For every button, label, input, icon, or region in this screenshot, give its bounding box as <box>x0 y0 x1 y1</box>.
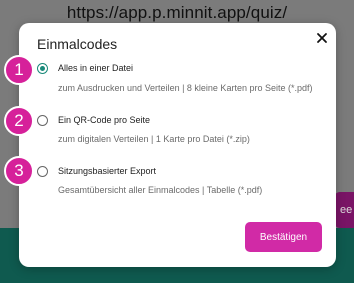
dialog-title: Einmalcodes <box>37 36 118 52</box>
radio-session-export[interactable] <box>37 166 48 177</box>
confirm-button[interactable]: Bestätigen <box>245 222 322 252</box>
background-url-text: https://app.p.minnit.app/quiz/ <box>66 3 288 22</box>
background-partial-button-label: ee <box>340 204 353 216</box>
radio-all-in-one-file[interactable] <box>37 63 48 74</box>
step-badge-2: 2 <box>4 106 34 136</box>
close-icon[interactable] <box>312 28 332 48</box>
option-description: zum digitalen Verteilen | 1 Karte pro Da… <box>58 134 250 144</box>
option-description: Gesamtübersicht aller Einmalcodes | Tabe… <box>58 185 263 195</box>
option-label: Alles in einer Datei <box>58 63 134 73</box>
option-label: Ein QR-Code pro Seite <box>58 115 151 125</box>
background-partial-button: ee <box>334 192 354 228</box>
export-dialog: Einmalcodes Alles in einer Datei zum Aus… <box>19 23 336 267</box>
step-badge-1: 1 <box>4 55 34 85</box>
option-label: Sitzungsbasierter Export <box>58 166 157 176</box>
step-badge-3: 3 <box>4 156 34 186</box>
option-description: zum Ausdrucken und Verteilen | 8 kleine … <box>58 83 313 93</box>
radio-qr-per-page[interactable] <box>37 115 48 126</box>
